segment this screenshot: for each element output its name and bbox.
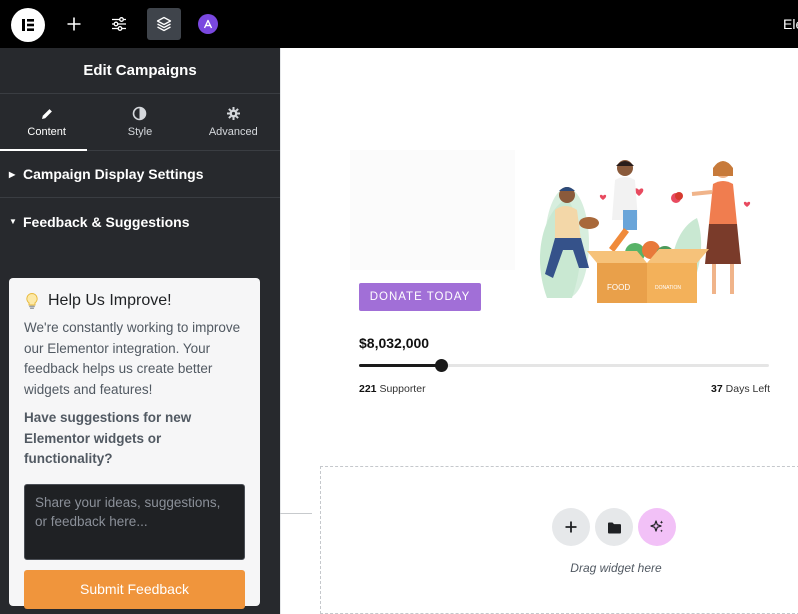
raised-amount: $8,032,000 bbox=[359, 335, 430, 351]
tab-style[interactable]: Style bbox=[93, 94, 186, 150]
add-element-button[interactable] bbox=[57, 8, 91, 40]
lightbulb-icon bbox=[26, 292, 38, 309]
canvas-separator bbox=[280, 513, 312, 514]
tab-style-label: Style bbox=[127, 126, 153, 138]
campaign-widget[interactable]: FOOD DONATION DONATE TODAY $8,032,000 22… bbox=[341, 140, 787, 402]
active-tab-indicator bbox=[0, 149, 87, 151]
tab-content[interactable]: Content bbox=[0, 94, 93, 150]
tab-content-label: Content bbox=[27, 125, 66, 138]
top-right-label: Ele bbox=[783, 16, 798, 32]
structure-button[interactable] bbox=[147, 8, 181, 40]
top-bar: Ele bbox=[0, 0, 798, 48]
section-campaign-display-settings[interactable]: ▶ Campaign Display Settings bbox=[0, 151, 280, 198]
editor-window: Ele Edit Campaigns Content Style bbox=[0, 0, 798, 614]
progress-bar bbox=[359, 359, 769, 372]
tab-advanced[interactable]: Advanced bbox=[187, 94, 280, 150]
supporters-count: 221 bbox=[359, 383, 377, 395]
donation-illustration: FOOD DONATION bbox=[539, 160, 751, 303]
ai-generate-button[interactable] bbox=[638, 508, 676, 546]
dropzone-actions bbox=[552, 508, 676, 546]
tab-advanced-label: Advanced bbox=[208, 126, 258, 138]
elementor-logo-icon bbox=[22, 19, 34, 31]
elementor-logo[interactable] bbox=[11, 8, 45, 42]
panel-title: Edit Campaigns bbox=[0, 48, 280, 94]
days-left-count: 37 bbox=[711, 383, 723, 395]
days-left-stat: 37 Days Left bbox=[711, 383, 770, 395]
feedback-question: Have suggestions for new Elementor widge… bbox=[24, 410, 192, 466]
layers-icon bbox=[156, 16, 172, 32]
caret-right-icon: ▶ bbox=[9, 169, 16, 179]
drag-widget-hint: Drag widget here bbox=[570, 561, 662, 575]
avatar-icon bbox=[203, 19, 213, 29]
donate-today-button[interactable]: DONATE TODAY bbox=[359, 283, 481, 311]
progress-fill bbox=[359, 364, 441, 367]
caret-down-icon: ▼ bbox=[9, 217, 17, 226]
add-section-button[interactable] bbox=[552, 508, 590, 546]
days-left-label: Days Left bbox=[725, 383, 770, 395]
progress-knob bbox=[435, 359, 448, 372]
section-label: Feedback & Suggestions bbox=[23, 213, 190, 230]
image-placeholder bbox=[350, 150, 515, 270]
add-template-button[interactable] bbox=[595, 508, 633, 546]
add-icon bbox=[67, 17, 81, 31]
contrast-icon bbox=[133, 106, 147, 121]
editor-panel: Edit Campaigns Content Style Advanced ▶ … bbox=[0, 48, 280, 614]
section-label: Campaign Display Settings bbox=[23, 166, 204, 182]
add-icon bbox=[565, 521, 577, 533]
supporters-stat: 221 Supporter bbox=[359, 383, 426, 395]
feedback-title-text: Help Us Improve! bbox=[48, 292, 172, 309]
section-feedback-suggestions[interactable]: ▼ Feedback & Suggestions bbox=[0, 198, 280, 245]
supporters-label: Supporter bbox=[379, 383, 426, 395]
feedback-textarea[interactable] bbox=[24, 483, 245, 560]
feedback-title: Help Us Improve! bbox=[24, 292, 245, 310]
gear-icon bbox=[226, 107, 240, 120]
ai-sparkle-icon bbox=[650, 520, 664, 533]
widget-dropzone[interactable]: Drag widget here bbox=[320, 466, 798, 614]
user-avatar[interactable] bbox=[198, 14, 218, 34]
panel-tabs: Content Style Advanced bbox=[0, 94, 280, 151]
site-settings-button[interactable] bbox=[102, 8, 136, 40]
box-label-food: FOOD bbox=[607, 283, 630, 292]
feedback-card: Help Us Improve! We're constantly workin… bbox=[9, 278, 260, 609]
canvas-divider bbox=[280, 48, 281, 614]
submit-feedback-button[interactable]: Submit Feedback bbox=[24, 569, 245, 609]
pencil-icon bbox=[41, 108, 52, 119]
settings-icon bbox=[112, 17, 126, 31]
feedback-description: We're constantly working to improve our … bbox=[24, 320, 241, 397]
box-label-donation: DONATION bbox=[655, 285, 681, 291]
folder-icon bbox=[607, 522, 621, 533]
